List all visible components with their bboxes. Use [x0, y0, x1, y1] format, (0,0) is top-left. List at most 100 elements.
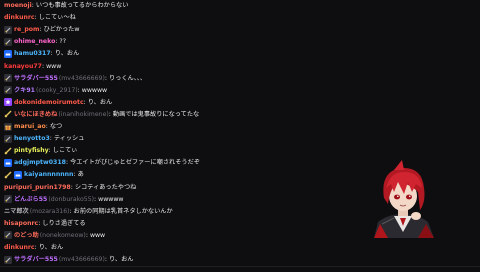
chat-bottom-divider [0, 266, 480, 267]
chat-separator: : [38, 219, 41, 227]
chat-separator: : [49, 135, 52, 143]
chat-message-text: あ [77, 171, 84, 179]
chat-username[interactable]: dinkunrc [4, 12, 35, 23]
chat-username[interactable]: puripuri_purin1798 [4, 182, 71, 193]
chat-user-handle: (mv43666669) [58, 74, 105, 82]
chat-message: サラダバー555 (mv43666669): りっくん、、、 [4, 73, 146, 84]
chat-message: dokonidemoirumotc: り、おん [4, 97, 112, 108]
chat-message-text: ひどかったw [43, 26, 80, 34]
sword-slash-prime-badge-icon[interactable] [4, 171, 12, 179]
chat-separator: : [69, 207, 72, 215]
chat-message: marui_ao: なつ [4, 121, 62, 132]
gift-badge-icon[interactable] [4, 122, 12, 131]
chat-message-text: しこてぃ [52, 147, 78, 155]
chat-username[interactable]: のどっ助 [14, 230, 39, 241]
chat-separator: : [104, 256, 107, 264]
chat-username[interactable]: moenoji [4, 0, 32, 11]
sword-badge-icon[interactable] [4, 255, 12, 264]
chat-user-handle: (cooky_2917) [36, 86, 78, 94]
chat-username[interactable]: ohime_neko [14, 36, 55, 47]
prime-crown-badge-icon[interactable] [4, 49, 12, 58]
sword-badge-icon[interactable] [4, 37, 12, 46]
chat-message: moenoji: いつも事故ってるからわからない [4, 0, 128, 11]
chat-message-text: り、おん [54, 50, 80, 58]
chat-message: re_pom: ひどかったw [4, 24, 79, 35]
chat-message-text: いつも事故ってるからわからない [35, 2, 129, 9]
chat-message-text: 今エイトがびじゅとゼファーに嘲されそうだぞ [70, 159, 200, 167]
chat-user-handle: (nonekomeow) [39, 231, 86, 239]
chat-message: ニマ郎次 (mozara316): お前の同期は乳首ネタしかないんか [4, 206, 173, 217]
chat-username[interactable]: henyotto3 [14, 133, 50, 144]
chat-message: pintyfishy: しこてぃ [4, 145, 78, 156]
chat-message-text: お前の同期は乳首ネタしかないんか [73, 207, 173, 215]
chat-separator: : [73, 171, 76, 179]
sword-badge-icon[interactable] [4, 86, 12, 95]
chat-username[interactable]: hisaponrc [4, 218, 38, 229]
sword-slash-badge-icon[interactable] [4, 110, 12, 118]
chat-separator: : [50, 50, 53, 58]
chat-separator: : [55, 38, 58, 46]
chat-message-text: 動画では鬼事故りになってたな [112, 110, 200, 118]
chat-separator: : [48, 147, 51, 155]
sword-badge-icon[interactable] [4, 195, 12, 204]
chat-username[interactable]: dinkunrc [4, 242, 35, 253]
chat-username[interactable]: marui_ao [14, 121, 46, 132]
chat-message-text: なつ [49, 123, 63, 130]
chat-username[interactable]: ニマ郎次 [4, 206, 29, 217]
chat-message-text: wwwww [81, 86, 108, 94]
chat-separator: : [104, 74, 107, 82]
chat-message: adgjmptw0318: 今エイトがびじゅとゼファーに嘲されそうだぞ [4, 157, 200, 168]
vtuber-avatar [364, 158, 442, 238]
chat-message-text: シコティあったやつね [74, 183, 137, 191]
chat-message: henyotto3: ティッシュ [4, 133, 84, 144]
chat-message-text: www [46, 62, 62, 70]
chat-message-text: ?? [59, 38, 66, 46]
star-badge-icon[interactable] [4, 98, 12, 107]
chat-separator: : [34, 14, 37, 22]
chat-message-text: しこてぃ〜ね [38, 14, 76, 22]
prime-crown-badge-icon[interactable] [14, 170, 22, 179]
chat-user-handle: (mv43666669) [58, 256, 105, 264]
chat-message: kaiyannnnnnn: あ [4, 169, 84, 180]
chat-message-text: り、おん [87, 98, 113, 106]
chat-message: いなにほきめね (inanihokimene): 動画では鬼事故りになってたな [4, 109, 199, 120]
chat-username[interactable]: hamu0317 [14, 48, 51, 59]
chat-message: どんぶら55 (donburako55): wwwww [4, 194, 123, 205]
chat-message: puripuri_purin1798: シコティあったやつね [4, 182, 136, 193]
sword-badge-icon[interactable] [4, 74, 12, 83]
chat-username[interactable]: どんぶら55 [14, 194, 47, 205]
chat-message-text: wwwww [98, 195, 124, 203]
chat-separator: : [85, 231, 88, 239]
chat-message-text: しりさ過ぎてる [42, 219, 86, 227]
chat-separator: : [77, 86, 80, 94]
chat-message: hamu0317: り、おん [4, 48, 79, 59]
chat-username[interactable]: いなにほきめね [14, 109, 57, 120]
chat-separator: : [39, 26, 42, 34]
chat-username[interactable]: adgjmptw0318 [14, 157, 66, 168]
chat-message: サラダバー555 (mv43666669): り、おん [4, 254, 133, 265]
sword-slash-badge-icon[interactable] [4, 147, 12, 155]
chat-separator: : [31, 2, 34, 9]
chat-username[interactable]: サラダバー555 [14, 254, 58, 265]
chat-message-text: www [89, 231, 106, 239]
chat-username[interactable]: kaiyannnnnnn [24, 169, 73, 180]
chat-user-handle: (donburako55) [48, 195, 95, 203]
chat-username[interactable]: dokonidemoirumotc [14, 97, 84, 108]
chat-user-handle: (inanihokimene) [58, 110, 109, 118]
chat-message-text: り、おん [108, 256, 134, 264]
chat-separator: : [34, 244, 37, 251]
chat-username[interactable]: クキ91 [14, 85, 35, 96]
chat-separator: : [70, 183, 73, 191]
chat-separator: : [94, 195, 97, 203]
chat-username[interactable]: サラダバー555 [14, 73, 58, 84]
sword-badge-icon[interactable] [4, 231, 12, 240]
chat-username[interactable]: kanayou77 [4, 61, 42, 72]
chat-separator: : [45, 123, 48, 130]
sword-badge-icon[interactable] [4, 134, 12, 143]
chat-username[interactable]: pintyfishy [14, 145, 49, 156]
chat-username[interactable]: re_pom [14, 24, 39, 35]
chat-separator: : [65, 159, 69, 167]
prime-crown-badge-icon[interactable] [4, 158, 12, 167]
sword-badge-icon[interactable] [4, 25, 12, 34]
chat-message: dinkunrc: り、おん [4, 242, 63, 253]
